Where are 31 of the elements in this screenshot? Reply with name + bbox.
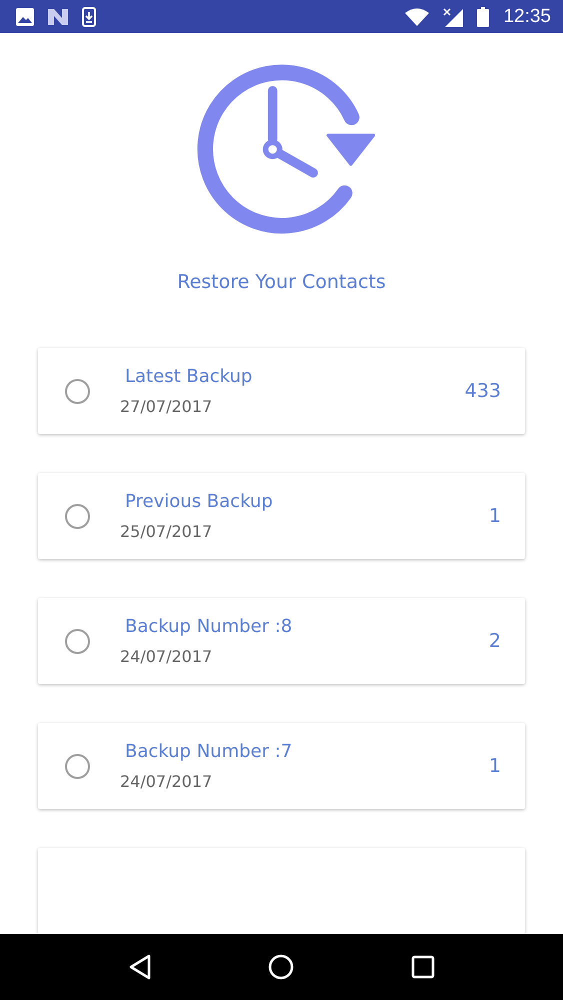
recents-icon[interactable] (410, 955, 434, 979)
backup-name: Latest Backup (125, 366, 254, 387)
backup-card[interactable]: Latest Backup 27/07/2017 433 (38, 348, 525, 434)
radio-button[interactable] (65, 378, 90, 404)
backup-name: Previous Backup (125, 491, 274, 512)
radio-button[interactable] (65, 754, 90, 778)
contact-count: 1 (488, 755, 501, 777)
backup-name: Backup Number :8 (125, 616, 294, 637)
backup-date: 27/07/2017 (120, 397, 214, 416)
backup-date: 25/07/2017 (120, 522, 214, 541)
home-icon[interactable] (268, 954, 294, 980)
clock-time: 12:35 (503, 6, 551, 28)
backup-name: Backup Number :7 (125, 741, 294, 762)
backup-date: 24/07/2017 (120, 647, 214, 666)
radio-button[interactable] (65, 504, 90, 528)
backup-card[interactable]: Backup Number :7 24/07/2017 1 (38, 723, 525, 809)
n-logo-icon (48, 8, 68, 24)
battery-icon (477, 6, 490, 26)
contact-count: 2 (488, 630, 501, 652)
backup-card[interactable]: Backup Number :8 24/07/2017 2 (38, 598, 525, 684)
image-icon (16, 8, 34, 26)
backup-card[interactable]: Previous Backup 25/07/2017 1 (38, 473, 525, 559)
download-icon (82, 6, 96, 26)
contact-count: 433 (464, 380, 501, 402)
radio-button[interactable] (65, 628, 90, 654)
contact-count: 1 (488, 505, 501, 527)
signal-icon (443, 6, 464, 26)
wifi-icon (405, 8, 430, 26)
page-title: Restore Your Contacts (177, 271, 386, 293)
back-icon[interactable] (128, 954, 150, 980)
backup-date: 24/07/2017 (120, 772, 214, 791)
